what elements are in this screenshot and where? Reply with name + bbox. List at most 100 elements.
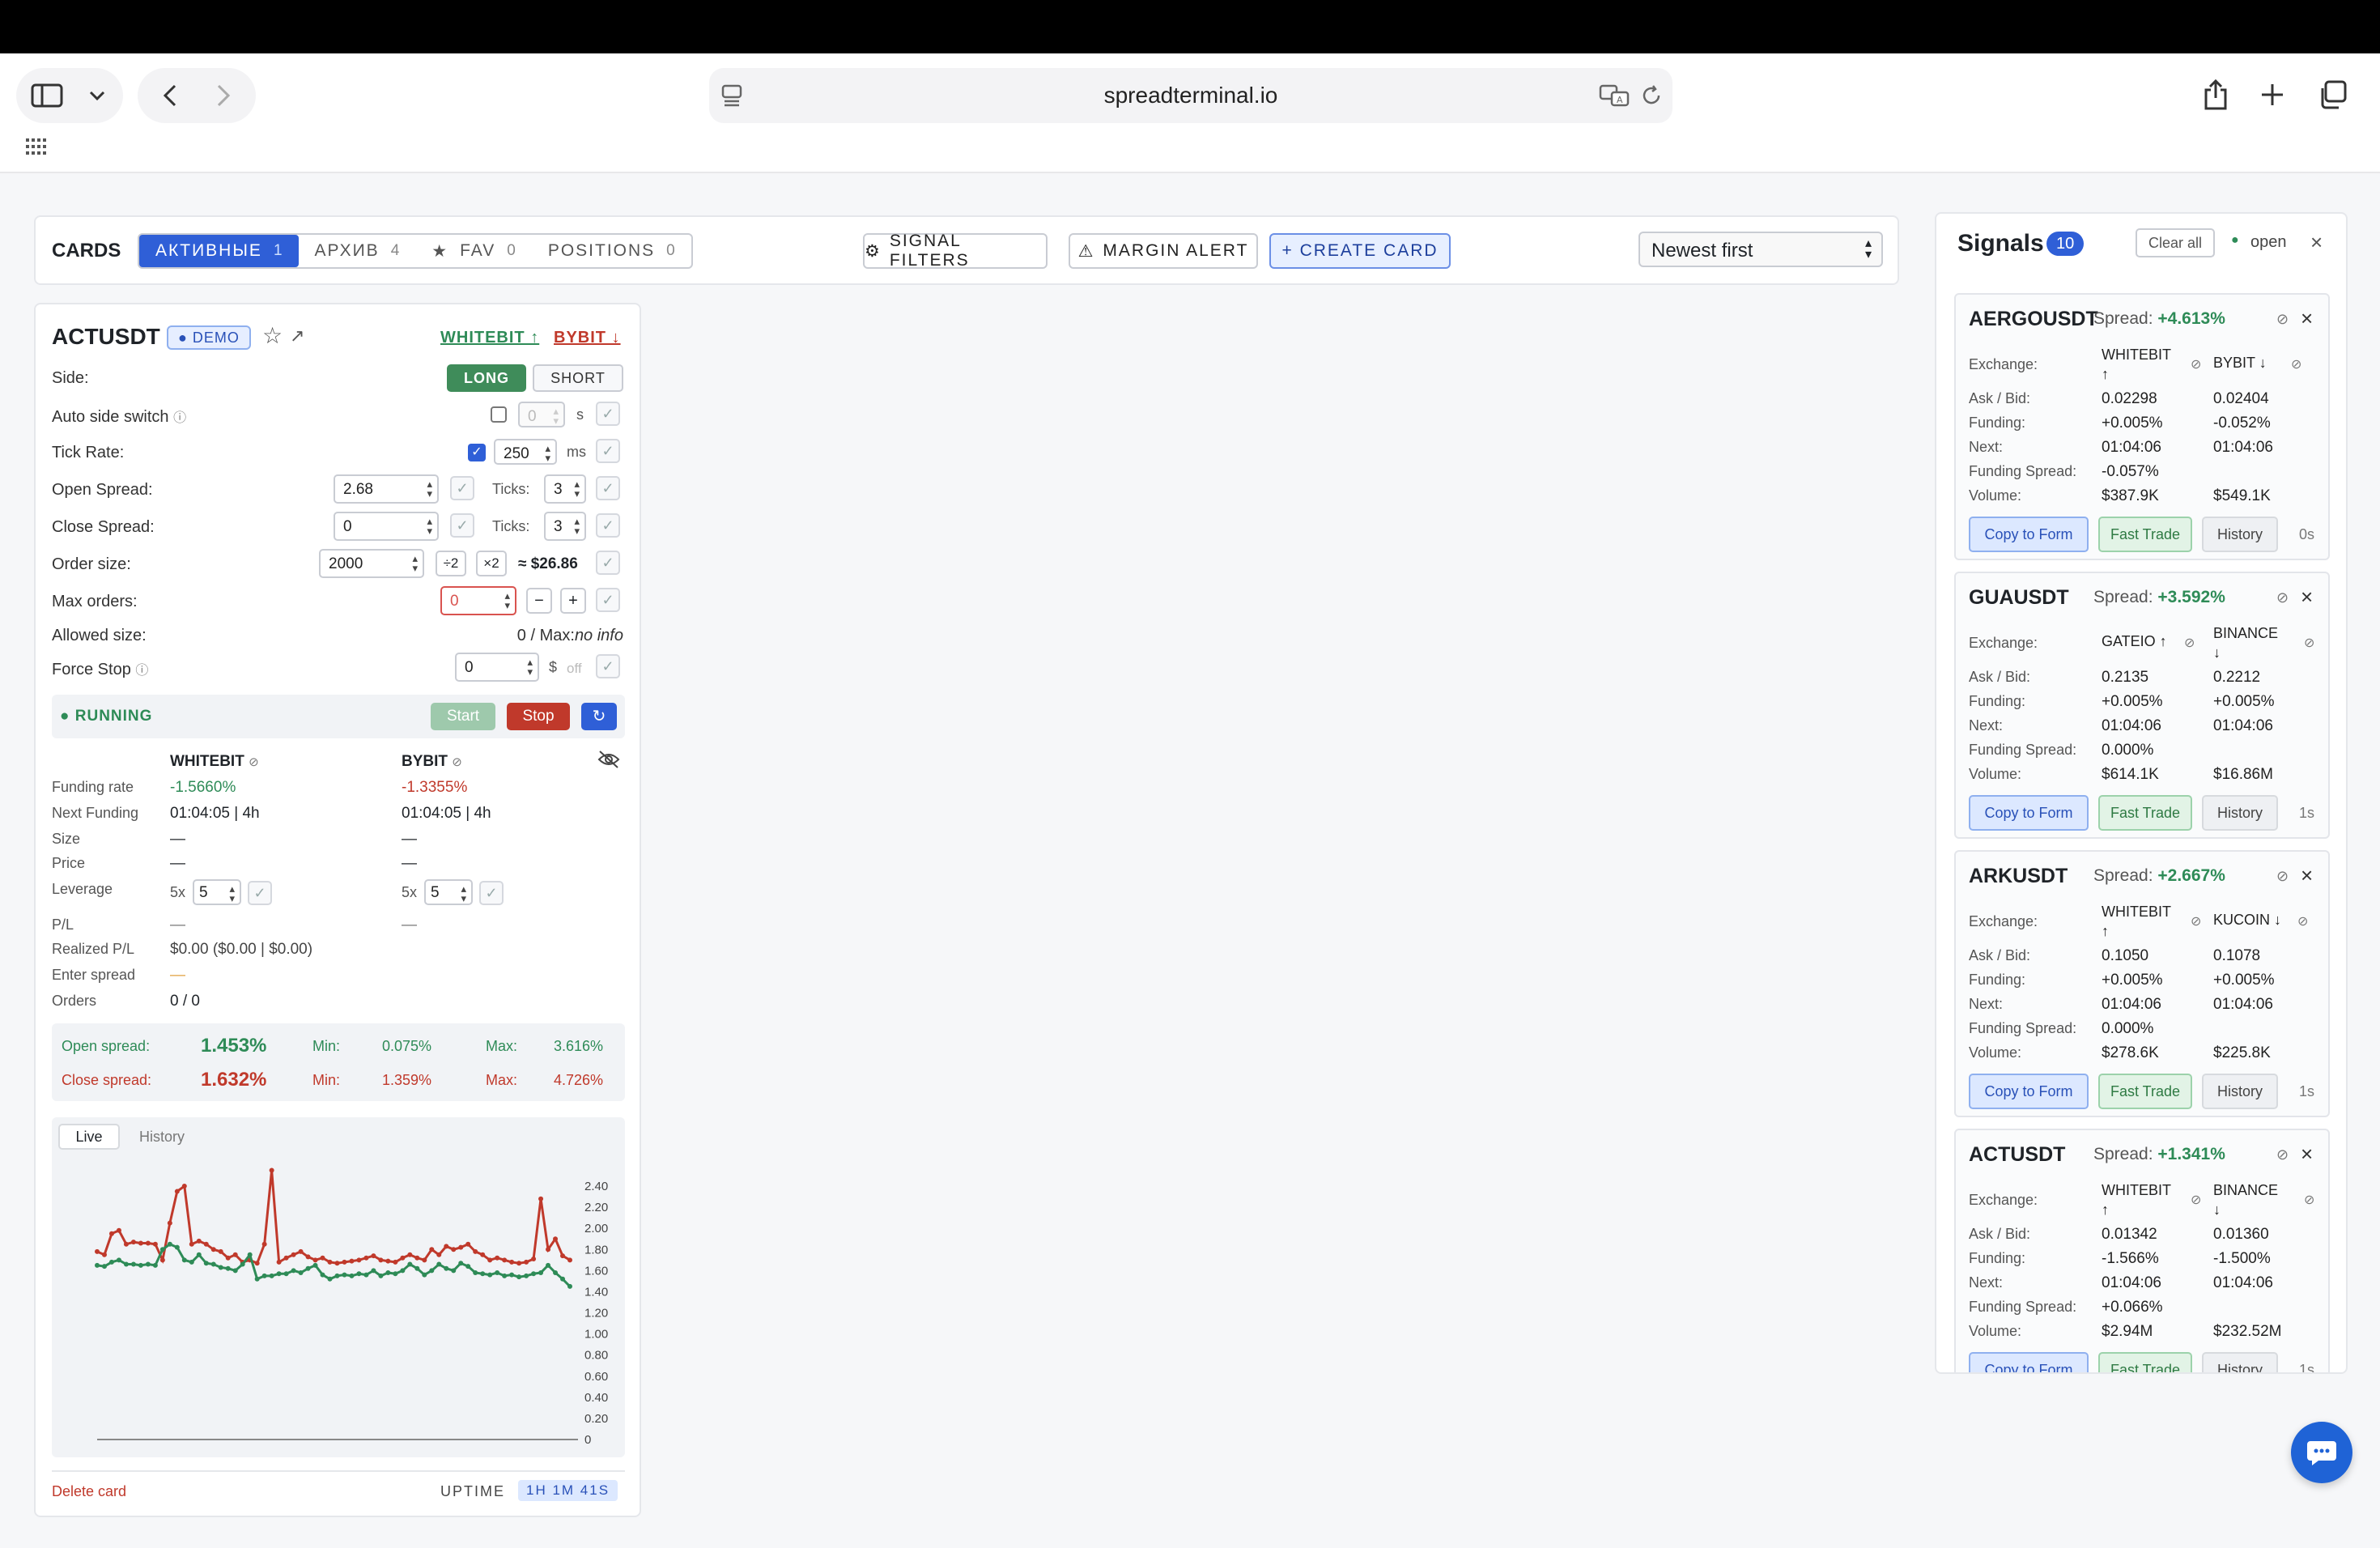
confirm-icon[interactable]: ✓ (596, 476, 620, 500)
auto-switch-input[interactable]: 0 ▴ ▾ (518, 402, 565, 427)
open-spread-input[interactable]: 2.68 ▴ ▾ (334, 474, 439, 504)
close-icon[interactable]: × (2301, 585, 2313, 610)
confirm-icon[interactable]: ✓ (596, 588, 620, 612)
history-button[interactable]: History (2202, 795, 2278, 831)
history-button[interactable]: History (2202, 517, 2278, 552)
volume-1: $614.1K (2102, 766, 2159, 783)
confirm-icon[interactable]: ✓ (479, 881, 504, 905)
history-button[interactable]: History (2202, 1352, 2278, 1372)
start-button[interactable]: Start (431, 703, 495, 730)
tab-archive[interactable]: АРХИВ 4 (299, 235, 416, 267)
auto-switch-checkbox[interactable] (491, 406, 507, 423)
copy-to-form-button[interactable]: Copy to Form (1969, 1074, 2089, 1109)
series-point (189, 1241, 194, 1247)
confirm-icon[interactable]: ✓ (596, 439, 620, 463)
hide-signal-icon[interactable]: ⊘ (2276, 589, 2289, 606)
double-button[interactable]: ×2 (476, 551, 507, 576)
chat-icon[interactable] (2291, 1422, 2352, 1483)
short-button[interactable]: SHORT (533, 364, 623, 392)
order-size-label: Order size: (52, 555, 131, 573)
tabs-icon[interactable] (2312, 74, 2352, 115)
confirm-icon[interactable]: ✓ (596, 551, 620, 575)
signal-filters-button[interactable]: ⚙ SIGNAL FILTERS (863, 232, 1048, 270)
spread-label: Spread: (2093, 309, 2153, 328)
confirm-icon[interactable]: ✓ (596, 402, 620, 426)
copy-to-form-button[interactable]: Copy to Form (1969, 1352, 2089, 1372)
long-button[interactable]: LONG (447, 364, 526, 392)
sidebar-icon[interactable] (29, 79, 65, 112)
series-point (203, 1241, 209, 1247)
delete-card-link[interactable]: Delete card (52, 1483, 126, 1500)
address-bar[interactable]: spreadterminal.io A (709, 68, 1672, 123)
reload-icon[interactable] (1635, 81, 1668, 110)
signal-spread: Spread: +1.341% (2093, 1145, 2225, 1164)
max-orders-input[interactable]: 0 ▴ ▾ (440, 586, 516, 615)
signal-spread: Spread: +4.613% (2093, 309, 2225, 329)
open-ticks-input[interactable]: 3 ▴ ▾ (544, 474, 586, 504)
chevron-down-icon[interactable] (81, 79, 113, 112)
funding-label: Funding: (1969, 972, 2026, 988)
fast-trade-button[interactable]: Fast Trade (2098, 1074, 2192, 1109)
long-exchange-link[interactable]: WHITEBIT ↑ (440, 329, 539, 347)
copy-to-form-button[interactable]: Copy to Form (1969, 795, 2089, 831)
close-icon[interactable]: × (2301, 863, 2313, 888)
confirm-icon[interactable]: ✓ (596, 513, 620, 538)
close-ticks-input[interactable]: 3 ▴ ▾ (544, 512, 586, 541)
back-icon[interactable] (154, 79, 186, 112)
copy-to-form-button[interactable]: Copy to Form (1969, 517, 2089, 552)
refresh-icon[interactable]: ↻ (581, 703, 617, 730)
close-spread-value: 0 (343, 518, 352, 535)
hide-signal-icon[interactable]: ⊘ (2276, 868, 2289, 885)
tick-rate-checkbox[interactable]: ✓ (468, 444, 486, 461)
tab-positions[interactable]: POSITIONS 0 (532, 235, 691, 267)
clear-all-button[interactable]: Clear all (2136, 228, 2216, 257)
history-button[interactable]: History (2202, 1074, 2278, 1109)
tab-active[interactable]: АКТИВНЫЕ 1 (139, 235, 299, 267)
decrement-button[interactable]: − (526, 588, 552, 614)
create-card-button[interactable]: + CREATE CARD (1269, 233, 1451, 269)
stop-button[interactable]: Stop (507, 703, 570, 730)
halve-button[interactable]: ÷2 (436, 551, 466, 576)
close-icon[interactable]: × (2301, 306, 2313, 331)
confirm-icon[interactable]: ✓ (596, 654, 620, 678)
series-point (378, 1257, 384, 1263)
series-point (546, 1247, 551, 1252)
order-size-input[interactable]: 2000 ▴ ▾ (319, 549, 424, 578)
fast-trade-button[interactable]: Fast Trade (2098, 517, 2192, 552)
leverage-input-2[interactable]: 5 ▴ ▾ (424, 879, 473, 905)
confirm-icon[interactable]: ✓ (248, 881, 272, 905)
series-point (327, 1276, 333, 1282)
external-link-icon[interactable]: ↗ (290, 325, 304, 347)
share-icon[interactable] (2195, 74, 2236, 115)
tab-fav[interactable]: ★ FAV 0 (415, 235, 532, 267)
hide-signal-icon[interactable]: ⊘ (2276, 311, 2289, 328)
fast-trade-button[interactable]: Fast Trade (2098, 795, 2192, 831)
new-tab-icon[interactable] (2252, 74, 2293, 115)
tick-rate-input[interactable]: 250 ▴ ▾ (494, 439, 557, 465)
confirm-icon[interactable]: ✓ (450, 513, 474, 538)
confirm-icon[interactable]: ✓ (450, 476, 474, 500)
forward-icon[interactable] (207, 79, 240, 112)
increment-button[interactable]: + (560, 588, 586, 614)
hide-signal-icon[interactable]: ⊘ (2276, 1146, 2289, 1163)
margin-alert-button[interactable]: ⚠ MARGIN ALERT (1069, 233, 1258, 269)
close-spread-input[interactable]: 0 ▴ ▾ (334, 512, 439, 541)
ticks-label: Ticks: (492, 481, 530, 497)
fast-trade-button[interactable]: Fast Trade (2098, 1352, 2192, 1372)
close-icon[interactable]: × (2310, 230, 2323, 255)
eye-off-icon[interactable] (597, 750, 620, 773)
tab-history[interactable]: History (139, 1129, 185, 1146)
force-stop-input[interactable]: 0 ▴ ▾ (455, 653, 539, 682)
sort-select[interactable]: Newest first ▴ ▾ (1638, 232, 1883, 267)
slash-circle-icon: ⊘ (2191, 915, 2202, 929)
tab-live[interactable]: Live (58, 1124, 120, 1150)
series-point (167, 1220, 172, 1226)
close-icon[interactable]: × (2301, 1142, 2313, 1167)
translate-icon[interactable]: A (1596, 81, 1632, 110)
series-point (363, 1272, 369, 1278)
series-point (487, 1272, 493, 1278)
short-exchange-link[interactable]: BYBIT ↓ (554, 329, 621, 347)
tab-overview-grid-icon[interactable] (24, 134, 49, 159)
star-icon[interactable]: ☆ (262, 322, 283, 349)
leverage-input-1[interactable]: 5 ▴ ▾ (193, 879, 241, 905)
